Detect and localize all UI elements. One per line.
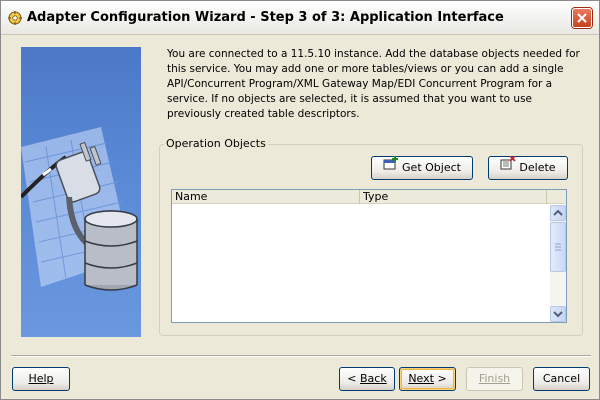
help-button[interactable]: Help <box>12 367 70 391</box>
back-arrow: < <box>347 372 360 385</box>
add-object-icon <box>383 156 399 178</box>
vertical-scrollbar[interactable] <box>550 205 566 322</box>
next-arrow: > <box>433 372 447 385</box>
column-header-name[interactable]: Name <box>172 190 360 204</box>
help-label: Help <box>28 372 54 385</box>
cancel-button[interactable]: Cancel <box>533 367 590 391</box>
chevron-down-icon <box>553 311 563 318</box>
delete-button[interactable]: Delete <box>488 155 568 180</box>
database-plug-illustration <box>21 47 141 337</box>
scroll-thumb[interactable] <box>550 222 566 272</box>
wizard-description: You are connected to a 11.5.10 instance.… <box>167 48 580 120</box>
delete-object-icon <box>500 155 517 178</box>
chevron-up-icon <box>553 209 563 216</box>
footer-separator <box>11 355 591 357</box>
wizard-window: Adapter Configuration Wizard - Step 3 of… <box>0 0 600 400</box>
next-button[interactable]: Next > <box>399 367 456 391</box>
table-header: Name Type <box>172 190 566 204</box>
title-bar: Adapter Configuration Wizard - Step 3 of… <box>1 1 599 35</box>
back-label: Back <box>360 372 387 385</box>
close-icon <box>577 13 587 23</box>
get-object-button[interactable]: Get Object <box>371 156 473 180</box>
finish-button[interactable]: Finish <box>466 367 523 391</box>
grip-icon <box>555 243 561 251</box>
next-label: Next <box>408 372 434 385</box>
scroll-down-button[interactable] <box>550 306 566 322</box>
operation-objects-label: Operation Objects <box>164 137 268 150</box>
adapter-wizard-icon <box>7 10 23 26</box>
close-button[interactable] <box>572 8 592 28</box>
window-title: Adapter Configuration Wizard - Step 3 of… <box>27 10 504 25</box>
back-button[interactable]: < Back <box>339 367 395 391</box>
operation-objects-table[interactable]: Name Type <box>171 189 567 323</box>
get-object-label: Get Object <box>402 161 461 174</box>
finish-label: Finish <box>478 372 511 385</box>
delete-label: Delete <box>519 161 556 174</box>
column-header-type[interactable]: Type <box>360 190 547 204</box>
scroll-up-button[interactable] <box>550 205 566 221</box>
cancel-label: Cancel <box>542 372 581 385</box>
